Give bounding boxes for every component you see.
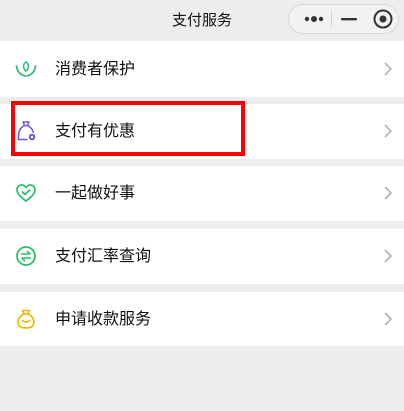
hands-leaf-icon: [15, 61, 37, 77]
coupon-bag-icon: [17, 121, 36, 141]
exchange-icon: [16, 246, 36, 266]
capsule-divider: [331, 11, 332, 27]
close-icon[interactable]: [371, 7, 395, 31]
list-item-consumer-protection[interactable]: 消费者保护: [0, 41, 404, 97]
list-item-label: 消费者保护: [55, 59, 136, 78]
list-item-payment-discount[interactable]: 支付有优惠: [0, 104, 404, 159]
list-item-do-good-together[interactable]: 一起做好事: [0, 166, 404, 221]
money-bag-icon: [17, 309, 35, 329]
list-item-label: 申请收款服务: [55, 309, 152, 328]
chevron-right-icon: [384, 124, 393, 138]
more-icon[interactable]: [303, 12, 325, 26]
list-item-label: 一起做好事: [55, 183, 136, 202]
list-item-label: 支付汇率查询: [55, 246, 152, 265]
heart-icon: [16, 184, 36, 202]
chevron-right-icon: [384, 249, 393, 263]
list-item-collection-service[interactable]: 申请收款服务: [0, 292, 404, 346]
chevron-right-icon: [384, 312, 393, 326]
chevron-right-icon: [384, 186, 393, 200]
chevron-right-icon: [384, 62, 393, 76]
minimize-icon[interactable]: [340, 12, 358, 26]
list-item-label: 支付有优惠: [55, 121, 136, 140]
list-item-exchange-rate[interactable]: 支付汇率查询: [0, 229, 404, 284]
